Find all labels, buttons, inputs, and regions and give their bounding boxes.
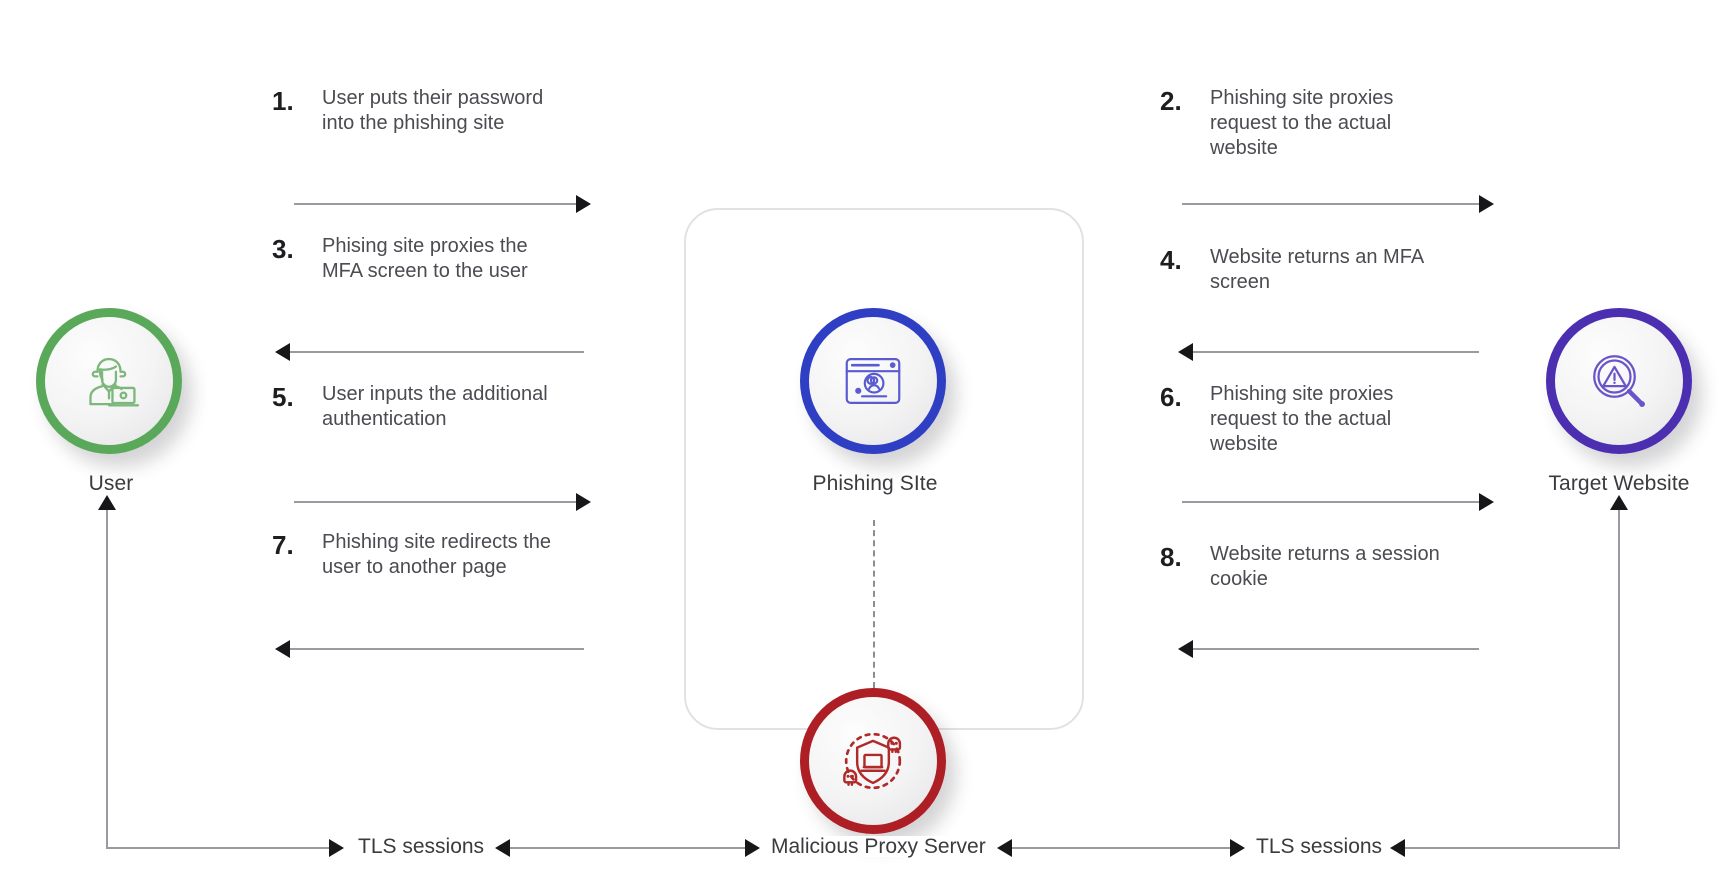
person-with-laptop-icon [72, 344, 146, 418]
step-4: 4. Website returns an MFA screen [1160, 245, 1450, 295]
step-8-number: 8. [1160, 542, 1182, 572]
rail-arrow-right [1390, 839, 1405, 857]
arrow-7-line [290, 648, 584, 650]
shield-laptop-skulls-icon [834, 722, 912, 800]
arrow-3-line [290, 351, 584, 353]
rail-arrow-right-to-center [997, 839, 1012, 857]
rail-right-riser [1618, 508, 1620, 848]
arrow-3-head [275, 343, 290, 361]
arrow-4-head [1178, 343, 1193, 361]
step-1-number: 1. [272, 86, 294, 116]
step-1-text: User puts their password into the phishi… [322, 87, 544, 134]
step-3: 3. Phising site proxies the MFA screen t… [272, 234, 554, 284]
rail-arrow-left-right [329, 839, 344, 857]
rail-arrow-left-to-center [745, 839, 760, 857]
step-8-text: Website returns a session cookie [1210, 543, 1440, 590]
rail-label-left: TLS sessions [352, 836, 491, 857]
step-4-number: 4. [1160, 245, 1182, 275]
step-6: 6. Phishing site proxies request to the … [1160, 382, 1450, 457]
rail-label-right: TLS sessions [1250, 836, 1389, 857]
step-7: 7. Phishing site redirects the user to a… [272, 530, 554, 580]
step-6-number: 6. [1160, 382, 1182, 412]
node-target-website-label: Target Website [1548, 472, 1690, 495]
node-target-website[interactable] [1546, 308, 1692, 454]
rail-left-riser-head [98, 495, 116, 510]
node-malicious-proxy-server[interactable] [800, 688, 946, 834]
step-2: 2. Phishing site proxies request to the … [1160, 86, 1450, 161]
step-4-text: Website returns an MFA screen [1210, 246, 1424, 293]
step-3-number: 3. [272, 234, 294, 264]
step-7-number: 7. [272, 530, 294, 560]
rail-seg-right [1405, 847, 1620, 849]
rail-left-riser [106, 508, 108, 848]
arrow-5-head [576, 493, 591, 511]
node-phishing-site[interactable] [800, 308, 946, 454]
rail-seg-left-center [510, 847, 745, 849]
arrow-6-head [1479, 493, 1494, 511]
step-5: 5. User inputs the additional authentica… [272, 382, 554, 432]
arrow-6-line [1182, 501, 1479, 503]
step-5-text: User inputs the additional authenticatio… [322, 383, 548, 430]
rail-label-center: Malicious Proxy Server [765, 836, 992, 857]
node-user[interactable] [36, 308, 182, 454]
arrow-1-head [576, 195, 591, 213]
arrow-7-head [275, 640, 290, 658]
step-5-number: 5. [272, 382, 294, 412]
rail-seg-center-right [1012, 847, 1230, 849]
step-2-number: 2. [1160, 86, 1182, 116]
node-user-label: User [88, 472, 134, 495]
node-phishing-site-label: Phishing SIte [812, 472, 938, 495]
diagram-canvas: User Phishing SIte Target Website 1. Use… [0, 0, 1718, 878]
arrow-5-line [294, 501, 576, 503]
step-8: 8. Website returns a session cookie [1160, 542, 1450, 592]
rail-arrow-center-to-left [495, 839, 510, 857]
arrow-2-head [1479, 195, 1494, 213]
arrow-1-line [294, 203, 576, 205]
arrow-8-line [1193, 648, 1479, 650]
rail-arrow-center-to-right [1230, 839, 1245, 857]
step-1: 1. User puts their password into the phi… [272, 86, 554, 136]
arrow-8-head [1178, 640, 1193, 658]
step-6-text: Phishing site proxies request to the act… [1210, 383, 1394, 455]
step-7-text: Phishing site redirects the user to anot… [322, 531, 552, 578]
arrow-2-line [1182, 203, 1479, 205]
browser-window-user-icon [838, 346, 908, 416]
magnifier-warning-icon [1583, 345, 1655, 417]
rail-right-riser-head [1610, 495, 1628, 510]
step-2-text: Phishing site proxies request to the act… [1210, 87, 1394, 159]
step-3-text: Phising site proxies the MFA screen to t… [322, 235, 528, 282]
arrow-4-line [1193, 351, 1479, 353]
phishing-to-proxy-dashed-link [873, 520, 875, 688]
rail-seg-left [106, 847, 329, 849]
phishing-infrastructure-container [684, 208, 1084, 730]
